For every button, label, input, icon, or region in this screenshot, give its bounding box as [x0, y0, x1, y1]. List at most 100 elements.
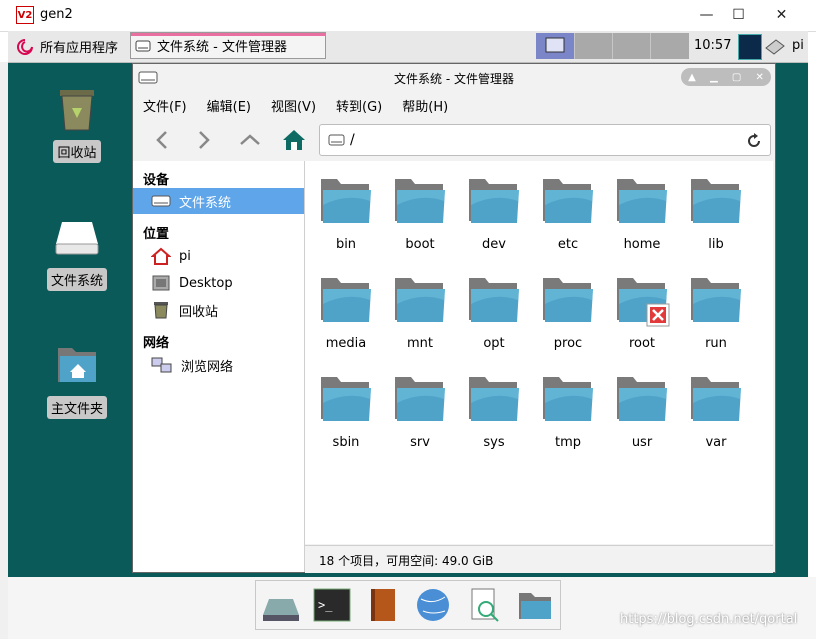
clock[interactable]: 10:57	[694, 38, 731, 53]
folder-icon	[617, 278, 670, 327]
file-item-usr[interactable]: usr	[605, 369, 679, 450]
maximize-button[interactable]: ☐	[716, 0, 761, 31]
desktop-icon-filesystem[interactable]: 文件系统	[42, 214, 112, 291]
toolbar: /	[133, 120, 775, 160]
file-item-root[interactable]: root	[605, 270, 679, 351]
file-item-label: run	[705, 336, 727, 351]
refresh-icon[interactable]	[746, 133, 762, 149]
desktop-icon-label: 文件系统	[46, 268, 107, 291]
file-item-var[interactable]: var	[679, 369, 753, 450]
close-button[interactable]: ✕	[759, 0, 804, 31]
sidebar-item-label: 回收站	[179, 304, 219, 320]
workspace-1[interactable]	[536, 33, 574, 59]
file-manager-title-bar[interactable]: 文件系统 - 文件管理器 ▲ ▁ ▢ ✕	[133, 64, 775, 90]
sidebar-item-label: 浏览网络	[181, 359, 234, 375]
terminal-icon[interactable]: >_	[312, 585, 352, 625]
status-text: 18 个项目，可用空间: 49.0 GiB	[319, 554, 494, 568]
file-item-label: lib	[708, 237, 724, 252]
folder-icon	[691, 179, 741, 223]
file-item-etc[interactable]: etc	[531, 171, 605, 252]
taskbar-window-label: 文件系统 - 文件管理器	[157, 40, 287, 55]
workspace-4[interactable]	[650, 33, 689, 59]
file-item-opt[interactable]: opt	[457, 270, 531, 351]
applications-menu-button[interactable]: 所有应用程序	[10, 33, 124, 60]
file-item-mnt[interactable]: mnt	[383, 270, 457, 351]
sidebar-header-places: 位置	[143, 227, 170, 242]
menu-view[interactable]: 视图(V)	[261, 92, 326, 116]
sidebar-item-filesystem[interactable]: 文件系统	[133, 188, 304, 214]
window-maximize-icon[interactable]: ▢	[732, 72, 741, 83]
removable-drive-tray-icon[interactable]	[762, 36, 786, 56]
sidebar-item-label: pi	[179, 248, 191, 264]
folder-icon	[395, 377, 445, 421]
file-item-label: mnt	[407, 336, 433, 351]
file-item-lib[interactable]: lib	[679, 171, 753, 252]
watermark: https://blog.csdn.net/qortal	[620, 612, 798, 627]
sidebar-item-desktop[interactable]: Desktop	[133, 270, 304, 296]
window-up-icon[interactable]: ▲	[688, 72, 696, 83]
sidebar-item-trash[interactable]: 回收站	[133, 297, 304, 323]
file-item-tmp[interactable]: tmp	[531, 369, 605, 450]
file-item-bin[interactable]: bin	[309, 171, 383, 252]
file-item-boot[interactable]: boot	[383, 171, 457, 252]
sidebar-header-network: 网络	[143, 336, 170, 351]
sidebar: 设备 文件系统 位置 pi Desktop 回收站 网络 浏览网络	[133, 161, 305, 572]
search-document-icon[interactable]	[464, 585, 504, 625]
file-manager-window: 文件系统 - 文件管理器 ▲ ▁ ▢ ✕ 文件(F) 编辑(E) 视图(V) 转…	[132, 63, 776, 597]
folder-icon[interactable]	[515, 585, 555, 625]
window-title: gen2	[40, 7, 73, 22]
taskbar-window-button[interactable]: 文件系统 - 文件管理器	[130, 32, 326, 59]
file-item-label: usr	[631, 435, 653, 450]
user-name[interactable]: pi	[792, 38, 804, 53]
home-icon	[151, 247, 171, 265]
sidebar-item-pi[interactable]: pi	[133, 243, 304, 269]
chevron-right-icon	[199, 131, 210, 149]
back-button[interactable]	[145, 124, 179, 156]
file-item-label: media	[325, 336, 367, 351]
workspace-3[interactable]	[612, 33, 651, 59]
desktop-icon-label: 主文件夹	[46, 396, 107, 419]
file-item-proc[interactable]: proc	[531, 270, 605, 351]
window-close-icon[interactable]: ✕	[756, 72, 764, 83]
file-item-label: proc	[553, 336, 583, 351]
home-button[interactable]	[277, 124, 311, 156]
debian-swirl-icon	[17, 38, 33, 55]
menu-help[interactable]: 帮助(H)	[392, 92, 458, 116]
dock: >_	[255, 580, 561, 630]
drive-icon[interactable]	[261, 585, 301, 625]
vnc-tray-icon[interactable]	[738, 34, 762, 60]
desktop-icon-home[interactable]: 主文件夹	[42, 342, 112, 419]
file-item-media[interactable]: media	[309, 270, 383, 351]
up-button[interactable]	[233, 124, 267, 156]
menu-edit[interactable]: 编辑(E)	[197, 92, 261, 116]
home-icon	[283, 130, 305, 150]
trash-icon	[60, 90, 94, 131]
menu-go[interactable]: 转到(G)	[326, 92, 392, 116]
folder-icon	[469, 179, 519, 223]
desktop-icon-trash[interactable]: 回收站	[42, 86, 112, 163]
file-item-dev[interactable]: dev	[457, 171, 531, 252]
address-bar[interactable]: /	[319, 124, 771, 156]
file-item-run[interactable]: run	[679, 270, 753, 351]
file-item-home[interactable]: home	[605, 171, 679, 252]
globe-icon[interactable]	[413, 585, 453, 625]
forward-button[interactable]	[187, 124, 221, 156]
top-panel: 所有应用程序 文件系统 - 文件管理器 10:57 pi	[8, 31, 808, 63]
file-item-sys[interactable]: sys	[457, 369, 531, 450]
drive-icon	[135, 40, 151, 51]
menu-file[interactable]: 文件(F)	[133, 92, 197, 116]
workspace-2[interactable]	[574, 33, 613, 59]
window-minimize-icon[interactable]: ▁	[710, 72, 718, 83]
file-item-srv[interactable]: srv	[383, 369, 457, 450]
file-item-sbin[interactable]: sbin	[309, 369, 383, 450]
book-icon[interactable]	[363, 585, 403, 625]
address-path: /	[350, 132, 355, 148]
file-view: bin boot dev etc home lib media mnt opt proc root r…	[305, 161, 773, 597]
sidebar-item-browse-network[interactable]: 浏览网络	[133, 352, 304, 378]
file-item-label: sbin	[332, 435, 360, 450]
folder-icon	[469, 377, 519, 421]
sidebar-header-devices: 设备	[143, 173, 170, 188]
chevron-up-icon	[240, 134, 260, 145]
file-item-label: etc	[557, 237, 579, 252]
drive-icon	[151, 195, 171, 207]
